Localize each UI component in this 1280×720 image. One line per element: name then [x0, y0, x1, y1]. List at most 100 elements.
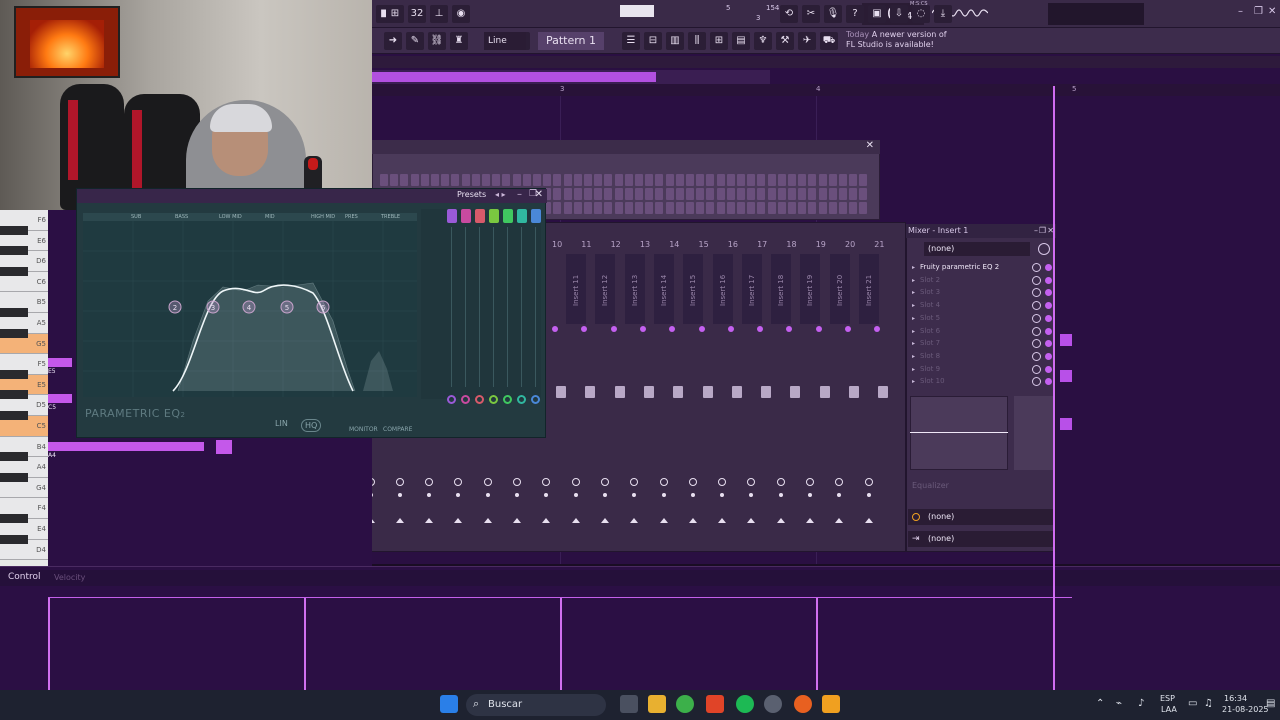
eq-titlebar[interactable]: Presets ◂ ▸ – ❐ ✕ [77, 189, 547, 203]
file-explorer-icon[interactable] [648, 695, 666, 713]
step-button[interactable] [696, 188, 705, 200]
step-button[interactable] [543, 174, 552, 186]
taskbar-clock[interactable]: 16:34 [1224, 694, 1247, 703]
step-button[interactable] [818, 174, 827, 186]
snap-mode-select[interactable]: Line [484, 32, 526, 50]
step-button[interactable] [604, 174, 613, 186]
maximize-icon[interactable]: ❐ [1254, 6, 1263, 17]
mixer-track-led[interactable] [698, 326, 705, 332]
mixer-route-arrow-icon[interactable] [806, 518, 814, 523]
mixer-track[interactable]: Insert 18 [771, 254, 792, 324]
step-button[interactable] [737, 174, 745, 186]
velocity-bar[interactable] [560, 598, 562, 690]
playlist-note[interactable] [1060, 334, 1072, 346]
effect-slot[interactable]: Slot 7 [920, 338, 1030, 349]
step-button[interactable] [482, 174, 490, 186]
timeline-ruler[interactable]: 3 4 5 [372, 84, 1280, 96]
slot-enable-icon[interactable] [1045, 352, 1052, 360]
eq-band-knob[interactable] [531, 395, 540, 404]
step-button[interactable] [716, 174, 725, 186]
save-icon[interactable]: ▣ [868, 5, 886, 23]
mixer-route-arrow-icon[interactable] [483, 518, 492, 523]
effect-slot[interactable]: Slot 4 [920, 300, 1030, 311]
step-button[interactable] [655, 188, 664, 200]
mixer-fader[interactable] [790, 386, 801, 398]
shop-icon[interactable]: ⛟ [820, 32, 838, 50]
step-button[interactable] [839, 202, 847, 214]
eq-band-slider[interactable] [493, 227, 494, 387]
step-button[interactable] [614, 202, 623, 214]
insert-settings-icon[interactable] [1038, 243, 1050, 255]
effect-slot[interactable]: Slot 10 [920, 376, 1030, 387]
step-button[interactable] [533, 174, 541, 186]
insert-minimize-icon[interactable]: – [1034, 224, 1038, 238]
eq-band-tab[interactable] [517, 209, 527, 223]
step-button[interactable] [747, 174, 756, 186]
mixer-route-arrow-icon[interactable] [425, 518, 434, 523]
eq-band-slider[interactable] [507, 227, 508, 387]
eq-close-icon[interactable]: ✕ [535, 189, 543, 200]
eq-band-tab[interactable] [503, 209, 513, 223]
mixer-route-dot[interactable] [661, 493, 666, 497]
mixer-fader[interactable] [878, 386, 889, 398]
piano-black-key[interactable] [0, 225, 28, 235]
step-button[interactable] [828, 188, 837, 200]
effect-slot[interactable]: Slot 5 [920, 313, 1030, 324]
mixer-route-dot[interactable] [602, 493, 607, 497]
slot-mix-icon[interactable] [1032, 351, 1041, 361]
velocity-bar[interactable] [816, 598, 818, 690]
settings-icon[interactable] [764, 695, 782, 713]
piano-note[interactable]: A4 [48, 442, 204, 459]
parametric-eq-window[interactable]: Presets ◂ ▸ – ❐ ✕ SUB BASS LOW MID MID HIGH … [76, 188, 547, 438]
step-button[interactable] [747, 188, 756, 200]
playlist-note[interactable] [1060, 370, 1072, 382]
mixer-route-arrow-icon[interactable] [776, 518, 785, 523]
channel-rack-close-icon[interactable]: ✕ [866, 140, 874, 151]
mixer-fader[interactable] [849, 386, 859, 398]
mixer-fader[interactable] [556, 386, 566, 398]
slot-enable-icon[interactable] [1045, 276, 1052, 284]
mixer-send-knob[interactable] [688, 478, 697, 486]
mixer-send-knob[interactable] [659, 478, 668, 486]
step-icon[interactable]: 32 [408, 5, 426, 23]
step-button[interactable] [686, 202, 694, 214]
eq-band-tab[interactable] [475, 209, 485, 223]
minimize-icon[interactable]: – [1238, 6, 1243, 17]
slot-enable-icon[interactable] [1045, 264, 1052, 271]
piano-note[interactable]: C5 [48, 394, 72, 411]
mixer-send-knob[interactable] [513, 478, 521, 486]
step-button[interactable] [441, 174, 450, 186]
stamp-icon[interactable]: ♜ [450, 32, 468, 50]
preset-arrows-icon[interactable]: ◂ ▸ [495, 190, 506, 199]
step-button[interactable] [849, 202, 858, 214]
lin-button[interactable]: LIN [275, 419, 288, 428]
step-button[interactable] [726, 174, 735, 186]
snap-icon[interactable]: ⊞ [386, 5, 404, 23]
mixer-send-knob[interactable] [776, 478, 785, 486]
effect-slot[interactable]: Slot 6 [920, 326, 1030, 337]
chat-icon[interactable]: ◌ [912, 5, 930, 23]
step-button[interactable] [492, 174, 501, 186]
link-icon[interactable]: ⛓ [428, 32, 446, 50]
mixer-route-arrow-icon[interactable] [630, 518, 639, 523]
eq-band-controls[interactable] [421, 209, 541, 404]
mixer-track[interactable]: Insert 16 [712, 254, 733, 324]
step-button[interactable] [818, 188, 827, 200]
mixer-track[interactable]: Insert 12 [595, 254, 616, 324]
step-button[interactable] [716, 188, 725, 200]
step-button[interactable] [380, 174, 388, 186]
playlist-icon[interactable]: ☰ [622, 32, 640, 50]
step-button[interactable] [624, 202, 633, 214]
eq-minimize-icon[interactable]: – [517, 189, 522, 200]
cut-icon[interactable]: ✂ [802, 5, 820, 23]
eq-band-knob[interactable] [503, 395, 512, 404]
step-button[interactable] [696, 174, 705, 186]
network-icon[interactable]: ⌁ [1116, 698, 1122, 709]
step-button[interactable] [798, 174, 807, 186]
step-button[interactable] [737, 202, 745, 214]
mixer-icon[interactable]: ⫼ [688, 32, 706, 50]
mixer-track[interactable]: Insert 13 [624, 254, 645, 324]
step-button[interactable] [767, 188, 776, 200]
step-button[interactable] [573, 174, 582, 186]
chrome-icon[interactable] [676, 695, 694, 713]
